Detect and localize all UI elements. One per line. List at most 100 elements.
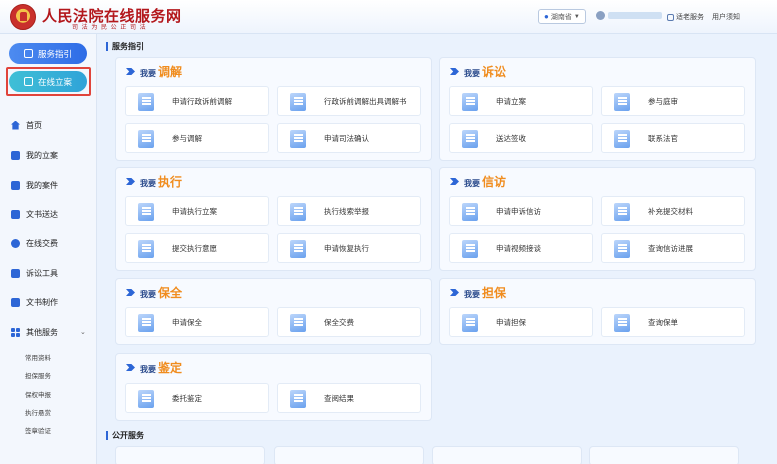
elder-mode-icon <box>667 13 674 21</box>
delivery-signing[interactable]: 送达签收 <box>449 123 593 153</box>
report-execution-clue[interactable]: 执行线索举报 <box>277 196 421 226</box>
sidebar: 服务指引 在线立案 首页 我的立案 我的案件 文书送达 在线交费 诉讼工具 文书… <box>0 34 97 464</box>
double-arrow-icon <box>126 178 135 185</box>
case-icon <box>11 180 20 190</box>
query-petition-progress[interactable]: 查询信访进展 <box>601 233 745 263</box>
sidebar-item-other-services[interactable]: 其他服务 <box>11 325 58 339</box>
chevron-down-icon[interactable]: ⌄ <box>80 328 86 336</box>
public-service-card[interactable] <box>115 446 265 464</box>
guide-icon <box>23 49 33 58</box>
main-content: 服务指引 我要 调解 申请行政诉前调解 行政诉前调解出具调解书 参与调解 申请司… <box>104 38 777 464</box>
double-arrow-icon <box>126 364 135 371</box>
supplement-materials[interactable]: 补充提交材料 <box>601 196 745 226</box>
service-guide-button[interactable]: 服务指引 <box>9 43 87 64</box>
filing-form-icon <box>462 93 478 111</box>
public-service-card[interactable] <box>274 446 424 464</box>
query-policy[interactable]: 查询保单 <box>601 307 745 337</box>
video-icon <box>462 240 478 258</box>
double-arrow-icon <box>450 178 459 185</box>
card-prefix: 我要 <box>464 69 480 78</box>
submit-execution-intent[interactable]: 提交执行意愿 <box>125 233 269 263</box>
sidebar-item-my-cases[interactable]: 我的案件 <box>11 178 58 192</box>
elder-mode-label: 适老服务 <box>676 14 704 21</box>
people-icon <box>138 130 154 148</box>
apply-appeal-petition[interactable]: 申请申诉信访 <box>449 196 593 226</box>
sidebar-item-home[interactable]: 首页 <box>11 118 42 132</box>
issue-mediation-document[interactable]: 行政诉前调解出具调解书 <box>277 86 421 116</box>
view-results[interactable]: 查阅结果 <box>277 383 421 413</box>
edit-document-icon <box>11 297 20 307</box>
search-document-icon <box>290 390 306 408</box>
sidebar-item-online-payment[interactable]: 在线交费 <box>11 236 58 250</box>
sidebar-item-document-delivery[interactable]: 文书送达 <box>11 207 58 221</box>
sidebar-item-label: 我的案件 <box>26 180 58 190</box>
card-preservation: 我要 保全 申请保全 保全交费 <box>115 278 432 345</box>
site-slogan: 司 法 为 民 公 正 司 法 <box>72 25 147 31</box>
card-petition: 我要 信访 申请申诉信访 补充提交材料 申请视频接谈 查询信访进展 <box>439 167 756 271</box>
sidebar-item-document-creation[interactable]: 文书制作 <box>11 295 58 309</box>
tools-icon <box>11 268 20 278</box>
attend-trial[interactable]: 参与庭审 <box>601 86 745 116</box>
user-name-redacted <box>608 12 662 19</box>
apply-resume-execution[interactable]: 申请恢复执行 <box>277 233 421 263</box>
sidebar-item-litigation-tools[interactable]: 诉讼工具 <box>11 266 58 280</box>
top-header: 人民法院在线服务网 司 法 为 民 公 正 司 法 ● 湖南省 ▼ 适老服务 用… <box>0 0 777 34</box>
contact-judge[interactable]: 联系法官 <box>601 123 745 153</box>
sub-item-common-materials[interactable]: 常用资料 <box>25 352 51 362</box>
card-title: 诉讼 <box>482 65 507 79</box>
execution-form-icon <box>138 203 154 221</box>
apply-video-interview[interactable]: 申请视频接谈 <box>449 233 593 263</box>
guarantee-user-icon <box>462 314 478 332</box>
card-prefix: 我要 <box>140 69 156 78</box>
highlight-frame <box>6 67 91 96</box>
region-selector[interactable]: ● 湖南省 ▼ <box>538 9 586 24</box>
public-service-card[interactable] <box>432 446 582 464</box>
apply-execution-filing[interactable]: 申请执行立案 <box>125 196 269 226</box>
resume-icon <box>290 240 306 258</box>
public-service-card[interactable] <box>589 446 739 464</box>
sub-item-claim-declaration[interactable]: 保权申报 <box>25 389 51 399</box>
card-title: 信访 <box>482 175 507 189</box>
sub-item-execution-reward[interactable]: 执行悬赏 <box>25 407 51 417</box>
card-title: 执行 <box>158 175 183 189</box>
location-pin-icon: ● <box>544 12 549 21</box>
entrust-appraisal[interactable]: 委托鉴定 <box>125 383 269 413</box>
apply-administrative-pre-mediation[interactable]: 申请行政诉前调解 <box>125 86 269 116</box>
card-prefix: 我要 <box>464 179 480 188</box>
chat-icon <box>614 130 630 148</box>
join-mediation[interactable]: 参与调解 <box>125 123 269 153</box>
sub-item-signature-verification[interactable]: 签章验证 <box>25 425 51 435</box>
card-prefix: 我要 <box>140 290 156 299</box>
apply-guarantee[interactable]: 申请担保 <box>449 307 593 337</box>
grid-icon <box>11 327 20 337</box>
region-label: 湖南省 <box>550 13 572 21</box>
elder-mode-link[interactable]: 适老服务 <box>667 12 704 22</box>
card-guarantee: 我要 担保 申请担保 查询保单 <box>439 278 756 345</box>
sidebar-item-my-filing[interactable]: 我的立案 <box>11 148 58 162</box>
form-icon <box>138 93 154 111</box>
user-notice-link[interactable]: 用户须知 <box>712 12 740 22</box>
double-arrow-icon <box>450 289 459 296</box>
apply-judicial-confirmation[interactable]: 申请司法确认 <box>277 123 421 153</box>
card-title: 调解 <box>158 65 183 79</box>
confirm-document-icon <box>290 130 306 148</box>
card-title: 保全 <box>158 286 183 300</box>
double-arrow-icon <box>126 68 135 75</box>
sub-item-guarantee-service[interactable]: 担保服务 <box>25 370 51 380</box>
apply-preservation[interactable]: 申请保全 <box>125 307 269 337</box>
card-title: 鉴定 <box>158 361 183 375</box>
sidebar-item-label: 首页 <box>26 120 42 130</box>
preservation-payment[interactable]: 保全交费 <box>277 307 421 337</box>
payment-icon <box>11 238 20 248</box>
sidebar-item-label: 文书制作 <box>26 297 58 307</box>
sidebar-item-label: 诉讼工具 <box>26 268 58 278</box>
sidebar-item-label: 我的立案 <box>26 150 58 160</box>
card-prefix: 我要 <box>464 290 480 299</box>
user-account[interactable] <box>596 11 662 20</box>
apply-case-filing[interactable]: 申请立案 <box>449 86 593 116</box>
card-appraisal: 我要 鉴定 委托鉴定 查阅结果 <box>115 353 432 421</box>
card-title: 担保 <box>482 286 507 300</box>
preservation-icon <box>138 314 154 332</box>
policy-search-icon <box>614 314 630 332</box>
card-mediation: 我要 调解 申请行政诉前调解 行政诉前调解出具调解书 参与调解 申请司法确认 <box>115 57 432 161</box>
